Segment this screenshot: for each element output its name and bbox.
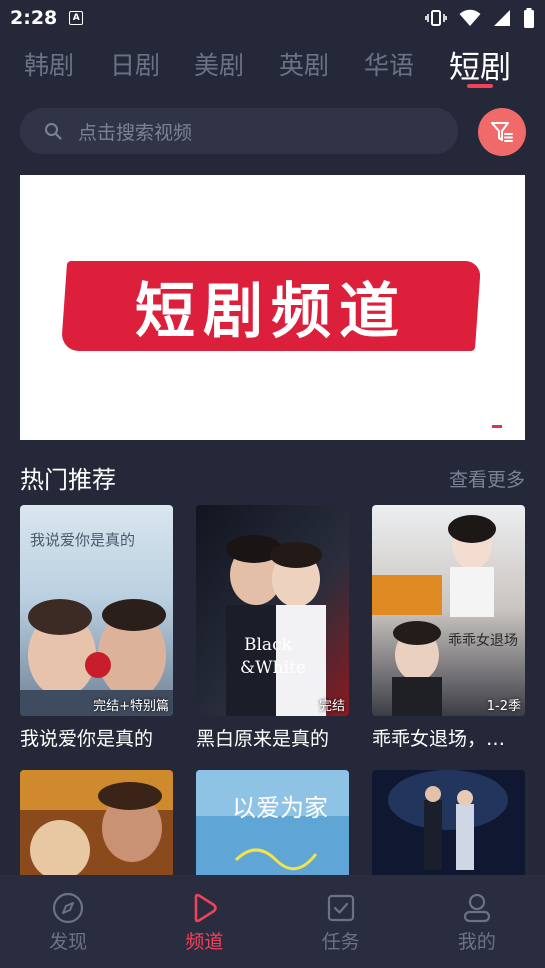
svg-text:Black: Black — [244, 635, 293, 655]
svg-text:&White: &White — [240, 658, 306, 678]
tab-chinese[interactable]: 华语 — [364, 46, 414, 82]
svg-text:我说爱你是真的: 我说爱你是真的 — [30, 531, 135, 549]
drama-title: 黑白原来是真的 — [196, 728, 330, 750]
active-tab-indicator — [467, 84, 493, 88]
drama-poster: 乖乖女退场 1-2季 — [372, 505, 525, 716]
see-more-link[interactable]: 查看更多 — [449, 465, 525, 492]
task-icon — [327, 894, 354, 922]
status-time: 2:28 — [10, 7, 58, 29]
nav-profile[interactable]: 我的 — [409, 875, 545, 968]
tab-short-drama[interactable]: 短剧 — [449, 42, 511, 87]
section-title: 热门推荐 — [20, 466, 116, 494]
banner-page-indicator — [492, 425, 502, 428]
category-tabs: 韩剧 日剧 美剧 英剧 华语 短剧 — [0, 40, 545, 90]
svg-text:以爱为家: 以爱为家 — [232, 794, 328, 822]
drama-status-tag: 完结 — [318, 699, 345, 714]
nav-label: 频道 — [185, 931, 224, 953]
nav-label: 我的 — [457, 931, 496, 953]
vibrate-icon — [425, 10, 447, 26]
search-input[interactable]: 点击搜索视频 — [20, 108, 458, 154]
nav-label: 任务 — [321, 931, 360, 953]
tab-japanese[interactable]: 日剧 — [110, 46, 160, 82]
drama-card[interactable]: Black &White 完结 黑白原来是真的 — [196, 505, 349, 751]
wifi-icon — [459, 9, 481, 26]
drama-card[interactable]: 我说爱你是真的 完结+特别篇 我说爱你是真的 — [20, 505, 173, 751]
drama-card[interactable]: 以爱为家 — [196, 770, 349, 876]
drama-status-tag: 完结+特别篇 — [93, 699, 169, 714]
signal-icon — [494, 10, 510, 26]
nav-tasks[interactable]: 任务 — [273, 875, 409, 968]
user-icon — [463, 893, 490, 923]
banner[interactable]: 短剧频道 — [20, 175, 525, 440]
drama-poster: Black &White 完结 — [196, 505, 349, 716]
play-icon — [195, 893, 218, 923]
svg-text:乖乖女退场: 乖乖女退场 — [448, 632, 518, 649]
nav-label: 发现 — [49, 931, 88, 953]
drama-card[interactable] — [20, 770, 173, 876]
tab-korean[interactable]: 韩剧 — [24, 46, 74, 82]
tab-american[interactable]: 美剧 — [194, 46, 244, 82]
tab-british[interactable]: 英剧 — [279, 46, 329, 82]
search-placeholder: 点击搜索视频 — [78, 121, 193, 144]
filter-icon — [491, 122, 513, 142]
drama-card[interactable] — [372, 770, 525, 876]
nav-channel[interactable]: 频道 — [136, 875, 272, 968]
battery-icon — [524, 8, 534, 28]
drama-poster: 我说爱你是真的 完结+特别篇 — [20, 505, 173, 716]
nav-discover[interactable]: 发现 — [0, 875, 136, 968]
status-bar: 2:28 A — [0, 0, 545, 36]
compass-icon — [53, 892, 84, 924]
drama-title: 乖乖女退场，… — [372, 728, 506, 750]
drama-title: 我说爱你是真的 — [20, 728, 154, 750]
drama-status-tag: 1-2季 — [486, 699, 521, 714]
bottom-navigation: 发现 频道 任务 我的 — [0, 875, 545, 968]
filter-button[interactable] — [478, 108, 526, 156]
drama-card[interactable]: 乖乖女退场 1-2季 乖乖女退场，… — [372, 505, 525, 751]
banner-text: 短剧频道 — [135, 276, 407, 347]
notification-icon: A — [69, 11, 84, 25]
search-icon — [45, 123, 62, 140]
